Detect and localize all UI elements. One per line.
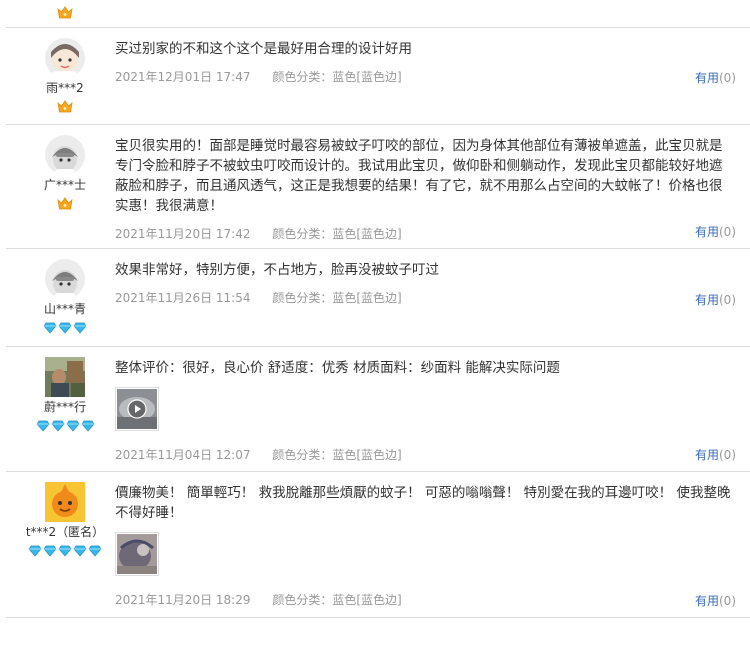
useful-count: (0)	[719, 594, 736, 608]
useful-button[interactable]: 有用(0)	[695, 291, 736, 308]
diamond-icon	[28, 542, 42, 557]
crown-icon	[57, 195, 73, 210]
review-spec: 颜色分类：蓝色[蓝色边]	[272, 227, 402, 241]
useful-label: 有用	[694, 448, 719, 462]
divider	[6, 617, 750, 618]
review-text: 买过别家的不和这个这个是最好用合理的设计好用	[115, 41, 412, 57]
diamond-icon	[58, 319, 72, 334]
reviewer-info: 雨***2	[20, 38, 110, 113]
review-meta: 2021年11月20日 17:42 颜色分类：蓝色[蓝色边]	[115, 225, 735, 242]
avatar[interactable]	[45, 135, 85, 175]
crown-icon	[57, 98, 73, 113]
diamond-icon	[51, 417, 65, 432]
useful-count: (0)	[719, 448, 736, 462]
diamond-icon	[88, 542, 102, 557]
review-text: 價廉物美！ 簡單輕巧！ 救我脫離那些煩厭的蚊子！ 可惡的嗡嗡聲！ 特別愛在我的耳…	[115, 485, 731, 521]
diamond-icon	[36, 417, 50, 432]
review-item: 蔚***行 整体评价：很好，良心价 舒适度：优秀 材质面料：纱面料 能解决实际问…	[0, 347, 750, 471]
diamond-icon	[43, 319, 57, 334]
user-level	[20, 319, 110, 334]
review-date: 2021年11月20日 17:42	[115, 227, 251, 241]
review-meta: 2021年11月20日 18:29 颜色分类：蓝色[蓝色边]	[115, 591, 735, 608]
useful-button[interactable]: 有用(0)	[695, 69, 736, 86]
review-spec: 颜色分类：蓝色[蓝色边]	[272, 448, 402, 462]
useful-label: 有用	[694, 71, 719, 85]
username: 蔚***行	[43, 400, 86, 414]
diamond-icon	[73, 542, 87, 557]
review-text: 宝贝很实用的！面部是睡觉时最容易被蚊子叮咬的部位，因为身体其他部位有薄被单遮盖，…	[115, 138, 723, 214]
useful-count: (0)	[719, 225, 736, 239]
play-icon	[127, 399, 147, 423]
avatar[interactable]	[45, 259, 85, 299]
review-text: 整体评价：很好，良心价 舒适度：优秀 材质面料：纱面料 能解决实际问题	[115, 360, 560, 376]
diamond-icon	[81, 417, 95, 432]
username: 雨***2	[46, 81, 84, 95]
review-photo-image	[117, 534, 157, 574]
avatar[interactable]	[45, 38, 85, 78]
review-date: 2021年11月20日 18:29	[115, 593, 251, 607]
review-content: 宝贝很实用的！面部是睡觉时最容易被蚊子叮咬的部位，因为身体其他部位有薄被单遮盖，…	[115, 136, 735, 242]
video-thumbnail-image	[117, 389, 157, 429]
useful-count: (0)	[719, 293, 736, 307]
reviewer-info: t***2（匿名）	[20, 482, 110, 557]
previous-review-partial	[0, 0, 750, 27]
user-level	[20, 542, 110, 557]
review-content: 整体评价：很好，良心价 舒适度：优秀 材质面料：纱面料 能解决实际问题 2021…	[115, 358, 735, 463]
username: t***2（匿名）	[25, 525, 105, 539]
diamond-icon	[66, 417, 80, 432]
review-content: 买过别家的不和这个这个是最好用合理的设计好用 2021年12月01日 17:47…	[115, 39, 735, 85]
video-thumbnail[interactable]	[115, 387, 159, 431]
avatar[interactable]	[45, 357, 85, 397]
diamond-icon	[73, 319, 87, 334]
avatar[interactable]	[45, 482, 85, 522]
useful-label: 有用	[694, 293, 719, 307]
review-item: t***2（匿名） 價廉物美！ 簡單輕巧！ 救我脫離那些煩厭的蚊子！ 可惡的嗡嗡…	[0, 472, 750, 618]
review-photo-thumbnail[interactable]	[115, 532, 159, 576]
review-item: 雨***2 买过别家的不和这个这个是最好用合理的设计好用 2021年12月01日…	[0, 28, 750, 125]
user-level	[20, 195, 110, 210]
review-text: 效果非常好，特别方便，不占地方，脸再没被蚊子叮过	[115, 262, 439, 278]
review-spec: 颜色分类：蓝色[蓝色边]	[272, 291, 402, 305]
review-spec: 颜色分类：蓝色[蓝色边]	[272, 70, 402, 84]
diamond-icon	[43, 542, 57, 557]
review-item: 山***青 效果非常好，特别方便，不占地方，脸再没被蚊子叮过 2021年11月2…	[0, 249, 750, 346]
review-meta: 2021年11月26日 11:54 颜色分类：蓝色[蓝色边]	[115, 289, 735, 306]
review-content: 價廉物美！ 簡單輕巧！ 救我脫離那些煩厭的蚊子！ 可惡的嗡嗡聲！ 特別愛在我的耳…	[115, 483, 735, 608]
useful-button[interactable]: 有用(0)	[695, 592, 736, 609]
useful-label: 有用	[694, 225, 719, 239]
username: 广***士	[43, 178, 86, 192]
review-spec: 颜色分类：蓝色[蓝色边]	[272, 593, 402, 607]
reviewer-info: 蔚***行	[20, 357, 110, 432]
username: 山***青	[43, 302, 86, 316]
user-level	[20, 417, 110, 432]
review-date: 2021年12月01日 17:47	[115, 70, 251, 84]
useful-count: (0)	[719, 71, 736, 85]
review-item: 广***士 宝贝很实用的！面部是睡觉时最容易被蚊子叮咬的部位，因为身体其他部位有…	[0, 125, 750, 249]
review-content: 效果非常好，特别方便，不占地方，脸再没被蚊子叮过 2021年11月26日 11:…	[115, 260, 735, 306]
review-date: 2021年11月04日 12:07	[115, 448, 251, 462]
useful-label: 有用	[694, 594, 719, 608]
review-date: 2021年11月26日 11:54	[115, 291, 251, 305]
user-level	[20, 98, 110, 113]
useful-button[interactable]: 有用(0)	[695, 446, 736, 463]
diamond-icon	[58, 542, 72, 557]
useful-button[interactable]: 有用(0)	[695, 223, 736, 240]
reviewer-info: 广***士	[20, 135, 110, 210]
crown-icon	[57, 4, 73, 23]
review-meta: 2021年12月01日 17:47 颜色分类：蓝色[蓝色边]	[115, 68, 735, 85]
review-meta: 2021年11月04日 12:07 颜色分类：蓝色[蓝色边]	[115, 446, 735, 463]
reviewer-info: 山***青	[20, 259, 110, 334]
